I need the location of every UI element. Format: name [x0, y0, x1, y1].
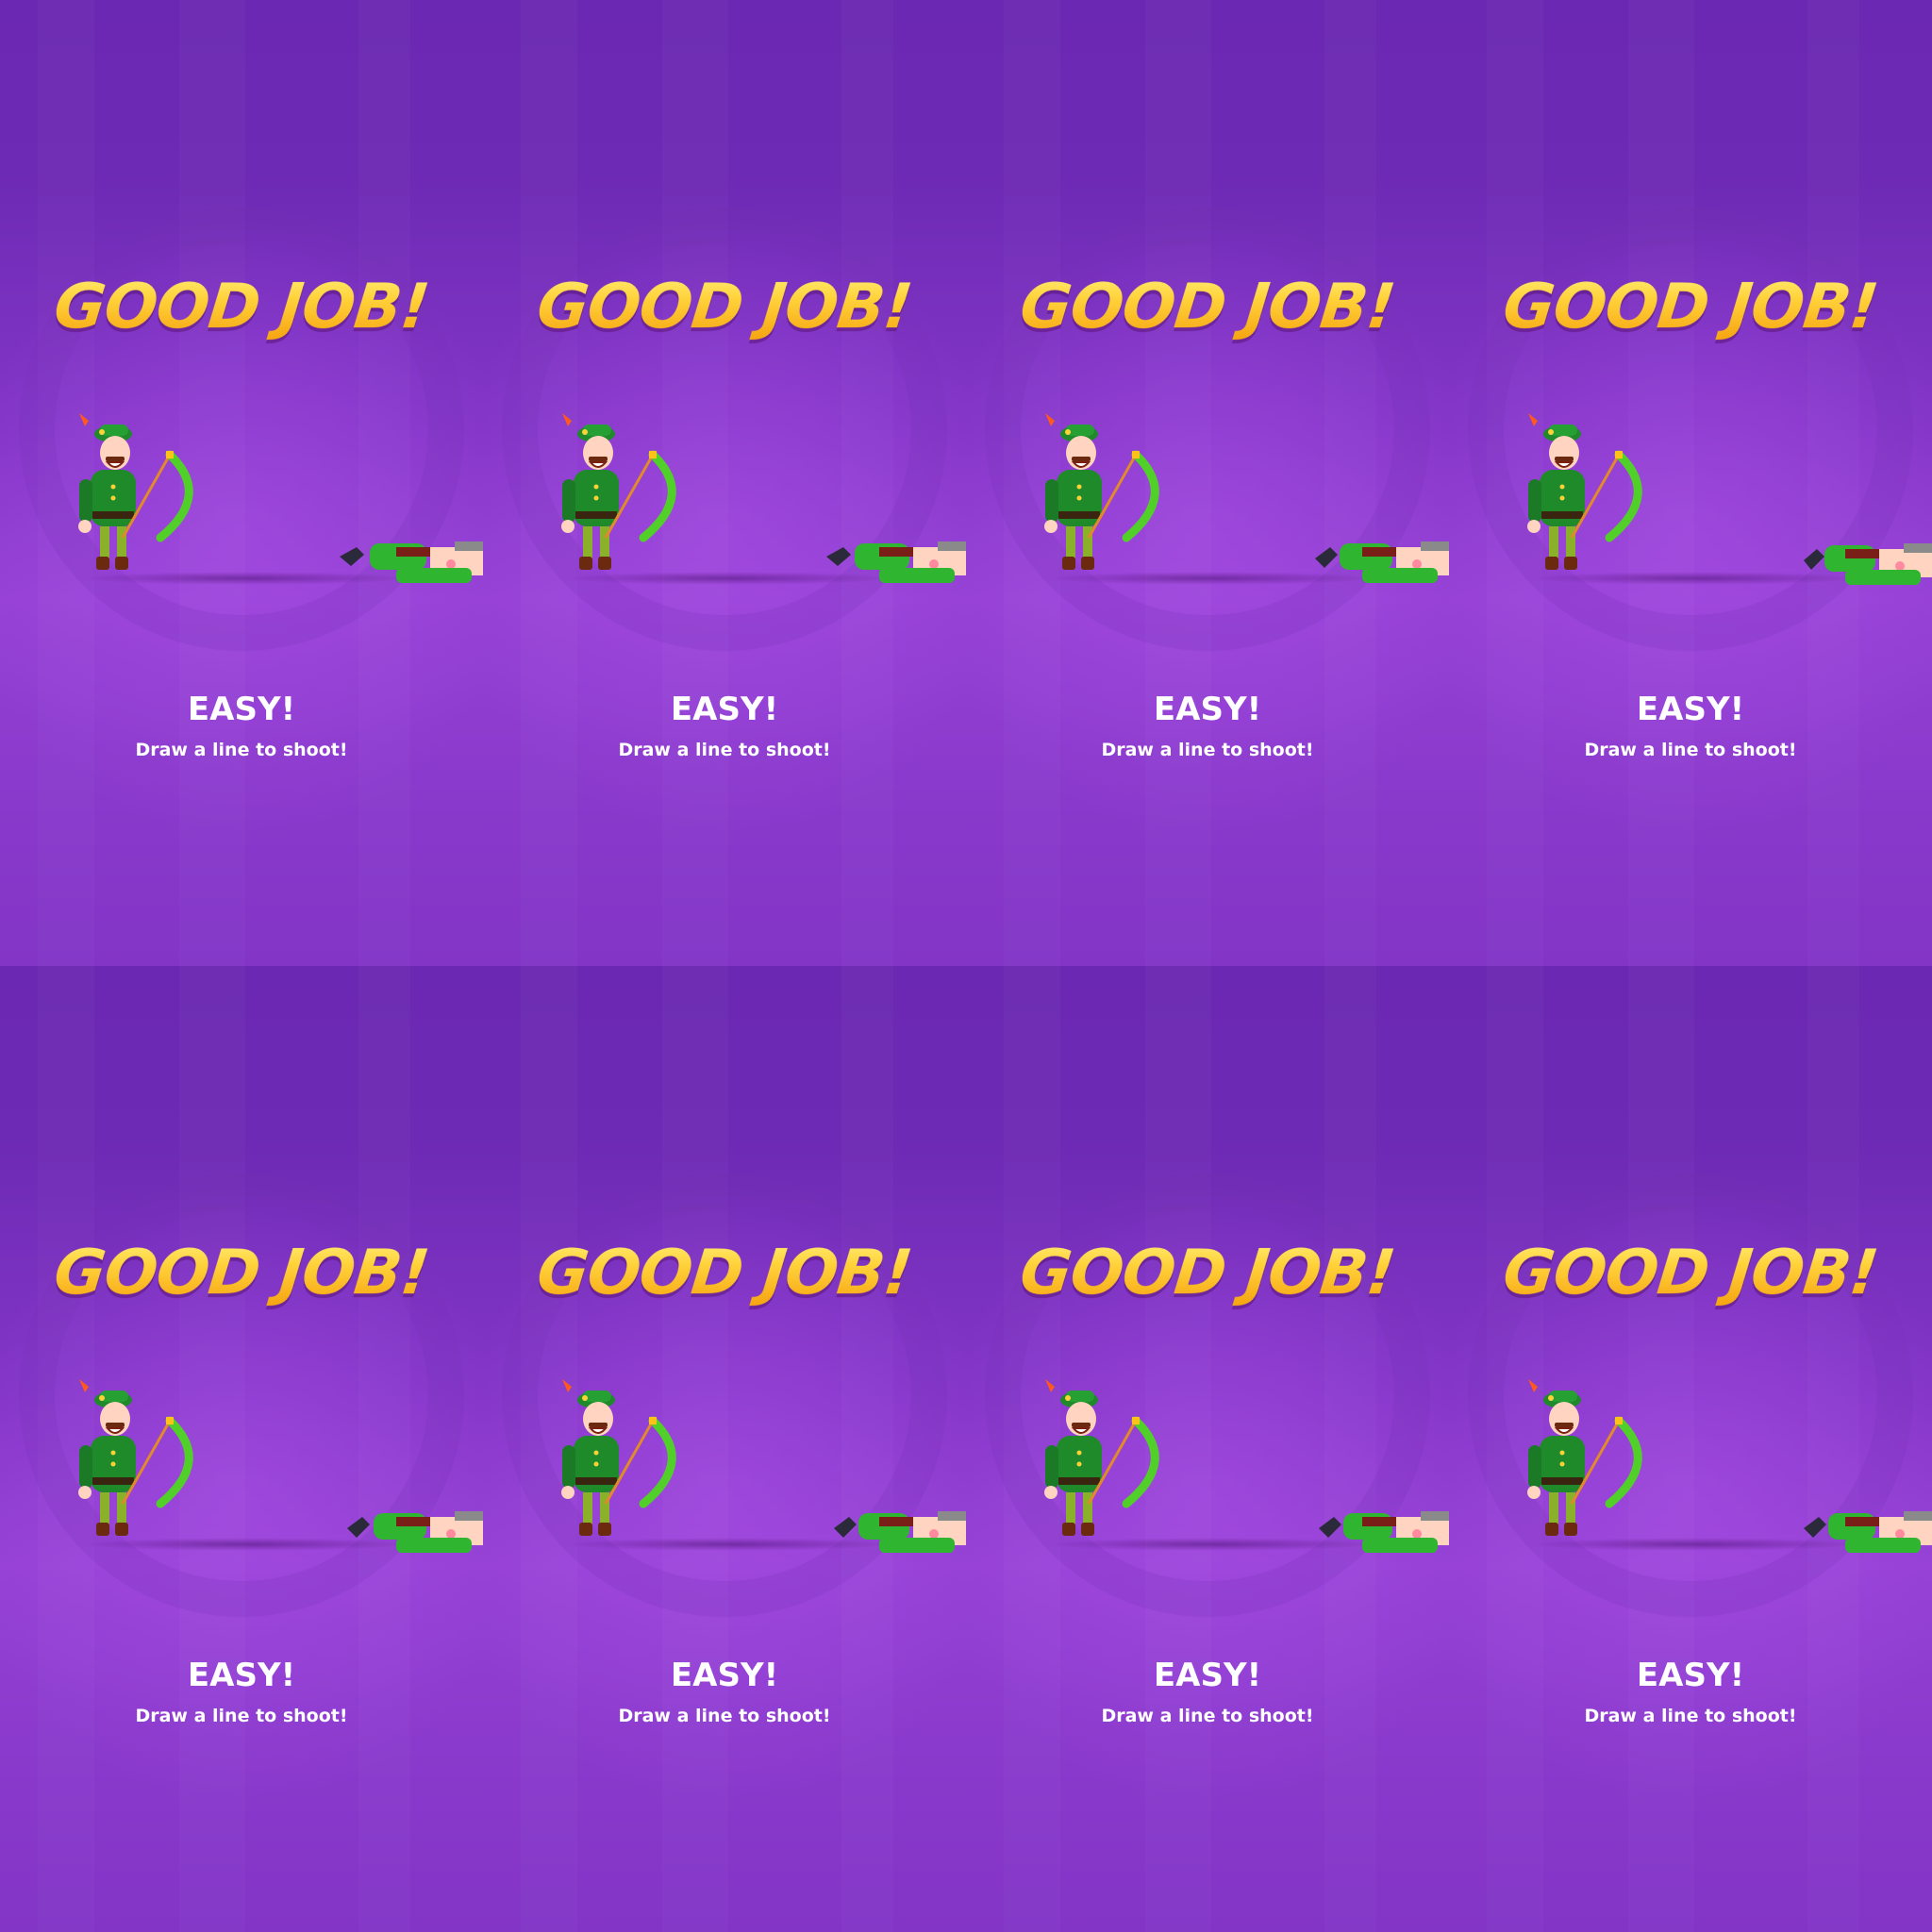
level-scene[interactable] [966, 1372, 1449, 1579]
difficulty-label: EASY! [1153, 691, 1262, 728]
level-scene[interactable] [483, 1372, 966, 1579]
game-screen: GOOD JOB! EASY! Draw a line to shoot! [0, 966, 483, 1932]
archer-icon [1527, 1379, 1932, 1553]
game-screen: GOOD JOB! EASY! Draw a line to shoot! [1449, 966, 1932, 1932]
game-screen: GOOD JOB! EASY! Draw a line to shoot! [966, 0, 1449, 966]
level-scene[interactable] [1449, 1372, 1932, 1579]
game-screen: GOOD JOB! EASY! Draw a line to shoot! [483, 0, 966, 966]
archer-icon [78, 1379, 483, 1553]
archer-icon [1044, 413, 1449, 583]
archer-icon [78, 413, 483, 583]
defeated-enemy-icon [1319, 1511, 1449, 1553]
archer-icon [561, 1379, 966, 1553]
level-scene[interactable] [483, 406, 966, 613]
difficulty-label: EASY! [670, 691, 779, 728]
instruction-text: Draw a line to shoot! [1101, 740, 1314, 760]
defeated-enemy-icon [826, 541, 966, 583]
screenshot-grid: GOOD JOB! EASY! Draw a line to shoot! GO… [0, 0, 1932, 1932]
instruction-text: Draw a line to shoot! [135, 1706, 348, 1726]
archer-icon [561, 413, 966, 583]
archer-icon [1044, 1379, 1449, 1553]
difficulty-label: EASY! [1636, 1657, 1745, 1694]
good-job-title: GOOD JOB! [966, 1236, 1449, 1308]
defeated-enemy-icon [347, 1511, 483, 1553]
good-job-title: GOOD JOB! [966, 270, 1449, 342]
instruction-text: Draw a line to shoot! [1584, 740, 1797, 760]
difficulty-label: EASY! [187, 691, 296, 728]
game-screen: GOOD JOB! EASY! Draw a line to shoot! [483, 966, 966, 1932]
defeated-enemy-icon [1804, 543, 1932, 585]
defeated-enemy-icon [1804, 1511, 1932, 1553]
good-job-title: GOOD JOB! [1449, 270, 1932, 342]
game-screen: GOOD JOB! EASY! Draw a line to shoot! [0, 0, 483, 966]
instruction-text: Draw a line to shoot! [618, 740, 831, 760]
level-scene[interactable] [1449, 406, 1932, 613]
defeated-enemy-icon [834, 1511, 966, 1553]
defeated-enemy-icon [340, 541, 483, 583]
instruction-text: Draw a line to shoot! [618, 1706, 831, 1726]
level-scene[interactable] [0, 1372, 483, 1579]
difficulty-label: EASY! [187, 1657, 296, 1694]
game-screen: GOOD JOB! EASY! Draw a line to shoot! [966, 966, 1449, 1932]
difficulty-label: EASY! [1153, 1657, 1262, 1694]
level-scene[interactable] [0, 406, 483, 613]
good-job-title: GOOD JOB! [483, 270, 966, 342]
game-screen: GOOD JOB! EASY! Draw a line to shoot! [1449, 0, 1932, 966]
level-scene[interactable] [966, 406, 1449, 613]
good-job-title: GOOD JOB! [483, 1236, 966, 1308]
good-job-title: GOOD JOB! [0, 1236, 483, 1308]
instruction-text: Draw a line to shoot! [135, 740, 348, 760]
instruction-text: Draw a line to shoot! [1584, 1706, 1797, 1726]
good-job-title: GOOD JOB! [0, 270, 483, 342]
defeated-enemy-icon [1315, 541, 1449, 583]
instruction-text: Draw a line to shoot! [1101, 1706, 1314, 1726]
difficulty-label: EASY! [1636, 691, 1745, 728]
good-job-title: GOOD JOB! [1449, 1236, 1932, 1308]
archer-icon [1527, 413, 1932, 585]
difficulty-label: EASY! [670, 1657, 779, 1694]
